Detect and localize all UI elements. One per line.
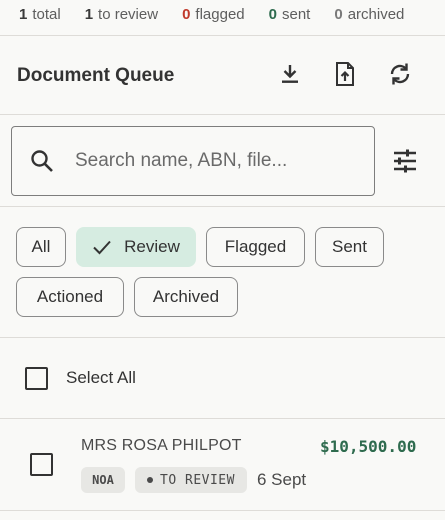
filter-chip-review[interactable]: Review <box>76 227 196 267</box>
filter-chip-label: Review <box>124 237 180 256</box>
stat-sent-count: 0 <box>268 5 277 23</box>
row-checkbox[interactable] <box>30 453 53 476</box>
filter-chip-all[interactable]: All <box>16 227 66 267</box>
stat-total: 1 total <box>19 6 61 23</box>
filter-settings-icon[interactable] <box>390 146 420 176</box>
stat-flagged-count: 0 <box>182 5 191 23</box>
filter-chip-actioned[interactable]: Actioned <box>16 277 124 317</box>
row-date: 6 Sept <box>257 470 307 489</box>
search-icon <box>29 148 55 174</box>
stat-total-count: 1 <box>19 5 28 23</box>
queue-header: Document Queue <box>0 37 445 115</box>
filter-chip-label: Archived <box>152 287 220 306</box>
stat-archived-count: 0 <box>334 5 343 23</box>
filter-chip-label: All <box>31 237 51 256</box>
divider <box>0 206 445 207</box>
check-icon <box>92 239 112 255</box>
stat-flagged: 0 flagged <box>182 6 245 23</box>
search-input[interactable] <box>75 150 335 172</box>
stat-to-review: 1 to review <box>85 6 158 23</box>
page-title: Document Queue <box>17 65 175 86</box>
stat-archived-label: archived <box>347 5 405 23</box>
stat-to-review-count: 1 <box>84 5 94 23</box>
select-all-label: Select All <box>66 368 136 387</box>
stats-bar: 1 total 1 to review 0 flagged 0 sent 0 archiv… <box>0 0 445 28</box>
filter-chip-sent[interactable]: Sent <box>315 227 384 267</box>
select-all-checkbox[interactable] <box>25 367 48 390</box>
divider <box>0 510 445 511</box>
divider <box>0 114 445 115</box>
row-amount: $10,500.00 <box>320 437 417 456</box>
status-badge-label: TO REVIEW <box>160 472 235 488</box>
refresh-icon[interactable] <box>386 60 414 88</box>
filter-chip-label: Flagged <box>224 237 287 256</box>
document-type-badge: NOA <box>81 467 125 493</box>
status-dot-icon <box>147 477 154 483</box>
filter-chip-flagged[interactable]: Flagged <box>206 227 305 267</box>
stat-flagged-label: flagged <box>195 5 245 23</box>
status-badge: TO REVIEW <box>135 467 247 493</box>
upload-file-icon[interactable] <box>331 60 359 88</box>
download-icon[interactable] <box>276 60 304 88</box>
search-box <box>11 126 375 196</box>
filter-chip-label: Sent <box>332 237 367 256</box>
filter-chip-archived[interactable]: Archived <box>134 277 238 317</box>
divider <box>0 35 445 36</box>
stat-sent: 0 sent <box>269 6 311 23</box>
divider <box>0 337 445 338</box>
filter-chip-label: Actioned <box>36 287 104 306</box>
stat-total-label: total <box>32 5 61 23</box>
row-client-name: MRS ROSA PHILPOT <box>81 437 242 454</box>
stat-archived: 0 archived <box>334 6 404 23</box>
divider <box>0 418 445 419</box>
stat-sent-label: sent <box>281 5 311 23</box>
stat-to-review-label: to review <box>98 5 159 23</box>
